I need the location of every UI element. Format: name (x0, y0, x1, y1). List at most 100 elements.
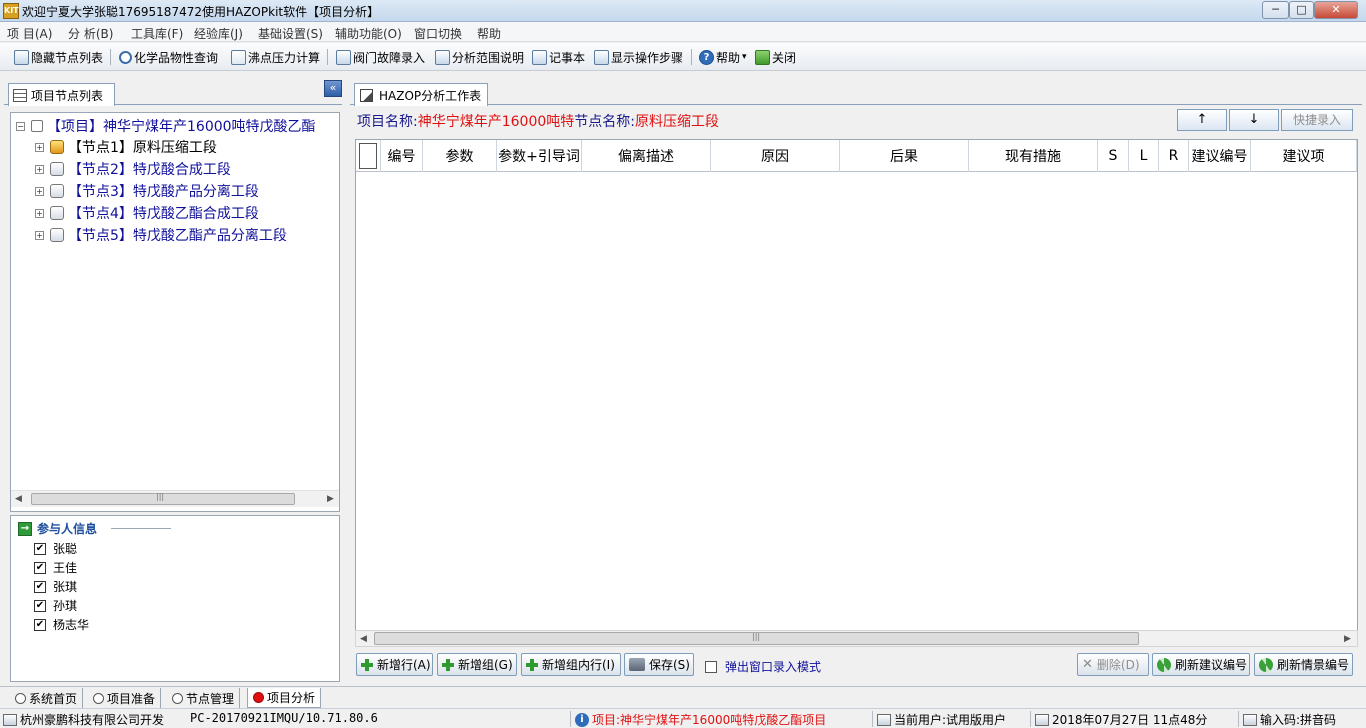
tree-node-label: 【节点2】特戊酸合成工段 (68, 162, 231, 178)
col-header-s[interactable]: S (1098, 140, 1129, 172)
move-up-button[interactable]: ↑ (1177, 109, 1227, 131)
tree-node-4[interactable]: + 【节点4】特戊酸乙酯合成工段 (35, 203, 259, 223)
select-all-checkbox[interactable] (359, 143, 377, 169)
tree-node-3[interactable]: + 【节点3】特戊酸产品分离工段 (35, 181, 259, 201)
boiling-calc-label: 沸点压力计算 (248, 50, 321, 65)
refresh-suggest-label: 刷新建议编号 (1175, 658, 1248, 672)
checkbox[interactable]: ✔ (34, 618, 46, 631)
help-icon: ? (699, 49, 714, 65)
node-name-value: 原料压缩工段 (634, 114, 719, 130)
participant-row[interactable]: ✔ 孙琪 (34, 597, 77, 614)
col-header-param[interactable]: 参数 (423, 140, 497, 172)
add-group-label: 新增组(G) (458, 658, 513, 672)
menu-aux[interactable]: 辅助功能(O) (335, 25, 402, 42)
col-header-deviation[interactable]: 偏离描述 (582, 140, 711, 172)
tree-project-item[interactable]: − 【项目】神华宁煤年产16000吨特戊酸乙酯 (16, 116, 316, 136)
quick-entry-button[interactable]: 快捷录入 (1281, 109, 1353, 131)
scroll-grip-icon: ||| (156, 492, 165, 501)
tab-node-management[interactable]: 节点管理 (167, 688, 241, 708)
expand-icon[interactable]: + (35, 164, 44, 174)
tree-node-2[interactable]: + 【节点2】特戊酸合成工段 (35, 159, 231, 179)
tab-project-tree-label: 项目节点列表 (31, 88, 104, 103)
menu-analysis[interactable]: 分 析(B) (68, 25, 113, 42)
popup-mode-checkbox[interactable] (705, 660, 717, 673)
tab-system-home[interactable]: 系统首页 (10, 688, 84, 708)
col-header-suggestion[interactable]: 建议项 (1251, 140, 1357, 172)
collapse-panel-button[interactable]: « (324, 80, 342, 97)
delete-button[interactable]: ✕ 删除(D) (1077, 653, 1149, 676)
refresh-suggest-button[interactable]: 刷新建议编号 (1152, 653, 1250, 676)
menu-experience[interactable]: 经验库(J) (194, 25, 243, 42)
tab-project-analysis[interactable]: 项目分析 (247, 688, 322, 708)
title-bar: KIT 欢迎宁夏大学张聪17695187472使用HAZOPkit软件【项目分析… (0, 0, 1366, 22)
valve-fault-button[interactable]: 阀门故障录入 (336, 47, 425, 67)
expand-icon[interactable]: + (35, 186, 44, 196)
col-header-r[interactable]: R (1159, 140, 1189, 172)
minimize-button[interactable]: ─ (1262, 1, 1289, 19)
col-header-suggest-id[interactable]: 建议编号 (1189, 140, 1251, 172)
move-down-button[interactable]: ↓ (1229, 109, 1279, 131)
select-all-header[interactable] (356, 140, 381, 172)
col-header-l[interactable]: L (1129, 140, 1159, 172)
add-group-button[interactable]: 新增组(G) (437, 653, 517, 676)
valve-fault-label: 阀门故障录入 (353, 50, 426, 65)
show-steps-button[interactable]: 显示操作步骤 (594, 47, 683, 67)
help-button[interactable]: ? 帮助 ▾ (699, 47, 747, 67)
tab-project-tree[interactable]: 项目节点列表 (8, 83, 115, 106)
col-header-cause[interactable]: 原因 (711, 140, 840, 172)
add-row-button[interactable]: 新增行(A) (356, 653, 433, 676)
col-header-safeguards[interactable]: 现有措施 (969, 140, 1098, 172)
tree-node-5[interactable]: + 【节点5】特戊酸乙酯产品分离工段 (35, 225, 287, 245)
menu-project[interactable]: 项 目(A) (7, 25, 52, 42)
participant-row[interactable]: ✔ 王佳 (34, 559, 77, 576)
status-separator (570, 711, 571, 727)
boiling-calc-button[interactable]: 沸点压力计算 (231, 47, 320, 67)
tab-hazop-worksheet[interactable]: HAZOP分析工作表 (354, 83, 488, 106)
edit-icon (336, 49, 351, 65)
collapse-expander-icon[interactable]: − (16, 121, 25, 131)
checkbox[interactable]: ✔ (34, 580, 46, 593)
menu-tools[interactable]: 工具库(F) (131, 25, 183, 42)
checkbox[interactable]: ✔ (34, 561, 46, 574)
tree-horizontal-scrollbar[interactable]: ◀ ||| ▶ (11, 490, 339, 507)
add-in-group-button[interactable]: 新增组内行(I) (521, 653, 621, 676)
save-button[interactable]: 保存(S) (624, 653, 694, 676)
app-icon: KIT (3, 3, 19, 19)
scroll-thumb[interactable]: ||| (31, 492, 295, 505)
menu-window[interactable]: 窗口切换 (414, 25, 462, 42)
bottom-tab-bar: 系统首页 项目准备 节点管理 项目分析 (0, 686, 1366, 708)
scope-desc-button[interactable]: 分析范围说明 (435, 47, 524, 67)
col-header-id[interactable]: 编号 (381, 140, 423, 172)
menu-settings[interactable]: 基础设置(S) (258, 25, 323, 42)
tab-project-prep-label: 项目准备 (107, 691, 156, 706)
scroll-right-icon[interactable]: ▶ (327, 494, 334, 504)
notepad-button[interactable]: 记事本 (532, 47, 585, 67)
menu-help[interactable]: 帮助 (477, 25, 501, 42)
refresh-scenario-button[interactable]: 刷新情景编号 (1254, 653, 1353, 676)
expand-icon[interactable]: + (35, 142, 44, 152)
hide-tree-button[interactable]: 隐藏节点列表 (14, 47, 103, 67)
scroll-right-icon[interactable]: ▶ (1344, 634, 1351, 644)
chem-query-button[interactable]: 化学品物性查询 (119, 47, 218, 67)
close-window-button[interactable]: ✕ (1314, 1, 1358, 19)
participant-row[interactable]: ✔ 张琪 (34, 578, 77, 595)
popup-mode-option[interactable]: 弹出窗口录入模式 (705, 658, 821, 675)
checkbox[interactable]: ✔ (34, 599, 46, 612)
participant-row[interactable]: ✔ 张聪 (34, 540, 77, 557)
scroll-thumb[interactable]: ||| (374, 632, 1139, 645)
participant-name: 杨志华 (53, 618, 90, 632)
col-header-param-guideword[interactable]: 参数+引导词 (497, 140, 582, 172)
tree-node-1[interactable]: + 【节点1】原料压缩工段 (35, 137, 217, 157)
expand-icon[interactable]: + (35, 230, 44, 240)
scroll-left-icon[interactable]: ◀ (15, 494, 22, 504)
participant-row[interactable]: ✔ 杨志华 (34, 616, 89, 633)
exit-button[interactable]: 关闭 (755, 47, 796, 67)
maximize-button[interactable]: □ (1289, 1, 1314, 19)
tab-project-prep[interactable]: 项目准备 (88, 688, 162, 708)
col-header-consequence[interactable]: 后果 (840, 140, 969, 172)
expand-icon[interactable]: + (35, 208, 44, 218)
checkbox[interactable]: ✔ (34, 542, 46, 555)
grid-horizontal-scrollbar[interactable]: ◀ ||| ▶ (355, 630, 1358, 647)
scroll-left-icon[interactable]: ◀ (360, 634, 367, 644)
help-label: 帮助 (716, 50, 741, 65)
